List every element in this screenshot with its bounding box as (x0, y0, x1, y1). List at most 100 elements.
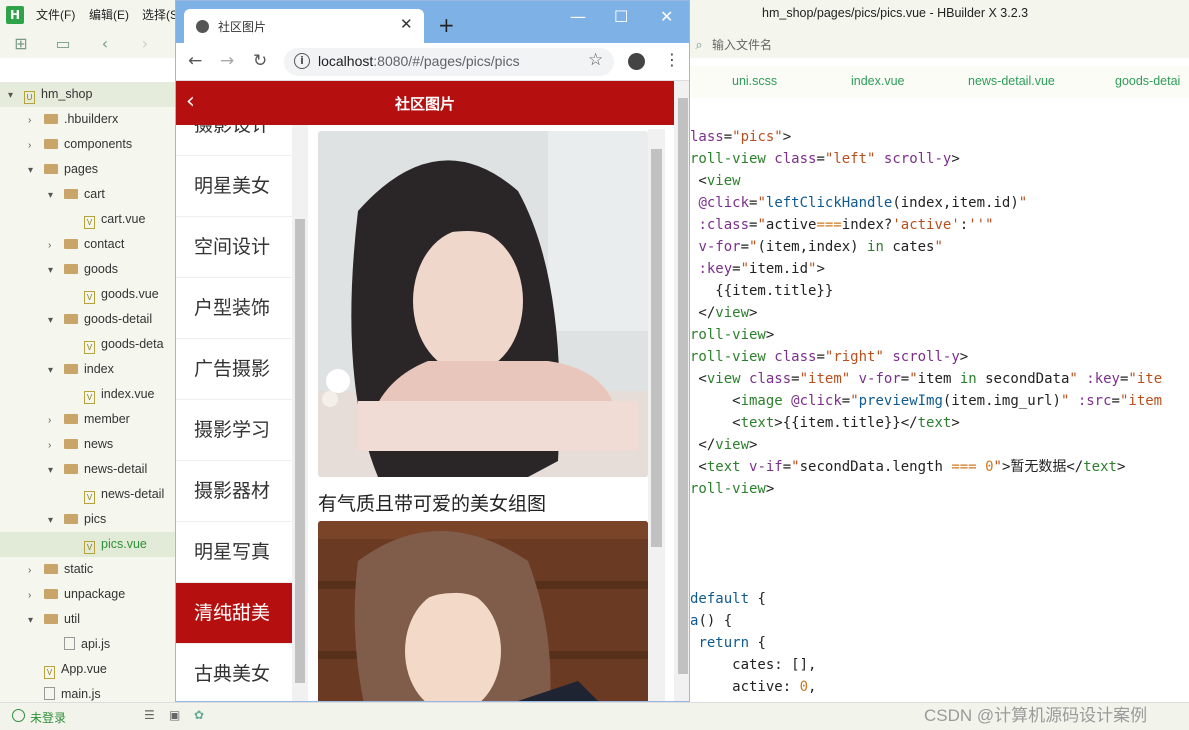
category-item[interactable]: 摄影学习 (176, 400, 292, 461)
code-line: roll-view> (690, 327, 775, 343)
tab-close-icon[interactable]: ✕ (400, 15, 413, 33)
tree-item-label: cart (84, 187, 105, 201)
chevron-down-icon[interactable]: ▾ (48, 258, 60, 283)
tree-item[interactable]: Vgoods-deta (0, 332, 175, 357)
tree-item-label: api.js (81, 637, 111, 651)
tree-item[interactable]: ▾ index (0, 357, 175, 382)
close-window-icon[interactable]: ✕ (660, 7, 673, 26)
tree-item[interactable]: › news (0, 432, 175, 457)
tree-item[interactable]: › components (0, 132, 175, 157)
folder-icon (44, 614, 58, 624)
editor-tab[interactable]: index.vue (851, 74, 905, 88)
chevron-right-icon[interactable]: › (48, 433, 60, 458)
photo-portrait-1 (318, 131, 648, 477)
plugin-icon[interactable]: ✿ (194, 708, 204, 722)
tree-item[interactable]: ▾ pics (0, 507, 175, 532)
file-search-input[interactable]: 输入文件名 (712, 36, 772, 53)
editor-tab[interactable]: news-detail.vue (968, 74, 1055, 88)
tree-item[interactable]: ▾ cart (0, 182, 175, 207)
tree-item[interactable]: › unpackage (0, 582, 175, 607)
page-title: 社区图片 (394, 96, 455, 113)
category-item[interactable]: 明星美女 (176, 156, 292, 217)
tree-item[interactable]: ▾ Uhm_shop (0, 82, 175, 107)
js-file-icon (44, 687, 55, 700)
chevron-down-icon[interactable]: ▾ (48, 358, 60, 383)
tree-item[interactable]: › static (0, 557, 175, 582)
tree-item[interactable]: api.js (0, 632, 175, 657)
tree-item[interactable]: Vpics.vue (0, 532, 175, 557)
category-item[interactable]: 广告摄影 (176, 339, 292, 400)
tree-item[interactable]: Vcart.vue (0, 207, 175, 232)
chevron-right-icon[interactable]: › (28, 108, 40, 133)
menu-edit[interactable]: 编辑(E) (89, 6, 129, 23)
chevron-down-icon[interactable]: ▾ (28, 608, 40, 633)
category-item[interactable]: 户型装饰 (176, 278, 292, 339)
page-scroll-thumb[interactable] (678, 98, 688, 674)
folder-icon (44, 164, 58, 174)
tree-item[interactable]: › .hbuilderx (0, 107, 175, 132)
chevron-right-icon[interactable]: › (28, 133, 40, 158)
tree-item[interactable]: › member (0, 407, 175, 432)
category-item[interactable]: 古典美女 (176, 644, 292, 701)
image-scroll-thumb[interactable] (651, 149, 662, 547)
chevron-right-icon[interactable]: › (48, 233, 60, 258)
menu-kebab-icon[interactable]: ⋮ (664, 50, 680, 69)
tree-item[interactable]: ▾ goods-detail (0, 307, 175, 332)
tree-item[interactable]: ▾ util (0, 607, 175, 632)
category-item[interactable]: 清纯甜美 (176, 583, 292, 644)
vue-file-icon: V (44, 666, 55, 679)
forward-icon[interactable]: → (220, 51, 234, 71)
chevron-down-icon[interactable]: ▾ (8, 83, 20, 108)
category-item[interactable]: 摄影器材 (176, 461, 292, 522)
chevron-down-icon[interactable]: ▾ (48, 508, 60, 533)
tree-item[interactable]: ▾ pages (0, 157, 175, 182)
maximize-icon[interactable]: ☐ (614, 7, 628, 26)
bookmark-star-icon[interactable]: ☆ (588, 50, 603, 70)
editor-tab[interactable]: uni.scss (732, 74, 777, 88)
vue-file-icon: V (84, 391, 95, 404)
chevron-right-icon[interactable]: › (28, 583, 40, 608)
info-icon[interactable]: i (294, 53, 310, 69)
tree-item[interactable]: Vindex.vue (0, 382, 175, 407)
chevron-down-icon[interactable]: ▾ (48, 183, 60, 208)
code-line: roll-view class="right" scroll-y> (690, 349, 969, 365)
menu-file[interactable]: 文件(F) (36, 6, 75, 23)
folder-icon (44, 114, 58, 124)
menu-select[interactable]: 选择(S (142, 6, 178, 23)
tree-item[interactable]: ▾ goods (0, 257, 175, 282)
list-icon[interactable]: ☰ (144, 708, 155, 722)
photo-image[interactable] (318, 131, 648, 477)
tree-item[interactable]: › contact (0, 232, 175, 257)
chevron-down-icon[interactable]: ▾ (48, 308, 60, 333)
minimize-icon[interactable]: — (570, 7, 586, 26)
reload-icon[interactable]: ↻ (253, 51, 267, 71)
profile-icon[interactable] (628, 53, 645, 70)
category-item[interactable]: 空间设计 (176, 217, 292, 278)
url-text[interactable]: localhost:8080/#/pages/pics/pics (318, 53, 520, 69)
chevron-right-icon[interactable]: › (28, 558, 40, 583)
folder-icon (44, 564, 58, 574)
back-icon[interactable]: ‹ (96, 35, 114, 53)
category-item[interactable]: 摄影设计 (176, 125, 292, 156)
hbuilder-logo: H (6, 6, 24, 24)
new-file-icon[interactable]: ⊞ (12, 35, 30, 53)
tree-item[interactable]: Vnews-detail (0, 482, 175, 507)
tree-item-label: pics (84, 512, 107, 526)
terminal-icon[interactable]: ▣ (169, 708, 180, 722)
login-status[interactable]: 未登录 (30, 709, 66, 726)
back-icon[interactable]: ← (188, 51, 202, 71)
category-item[interactable]: 明星写真 (176, 522, 292, 583)
editor-tab[interactable]: goods-detai (1115, 74, 1180, 88)
tree-item-label: news (84, 437, 114, 451)
chevron-down-icon[interactable]: ▾ (28, 158, 40, 183)
chevron-down-icon[interactable]: ▾ (48, 458, 60, 483)
tree-item[interactable]: Vgoods.vue (0, 282, 175, 307)
category-scroll-thumb[interactable] (295, 219, 305, 683)
photo-image[interactable] (318, 521, 648, 701)
tree-item[interactable]: V App.vue (0, 657, 175, 682)
new-tab-icon[interactable]: + (438, 13, 455, 37)
save-icon[interactable]: ▭ (54, 35, 72, 53)
tree-item[interactable]: ▾ news-detail (0, 457, 175, 482)
chevron-right-icon[interactable]: › (48, 408, 60, 433)
forward-icon[interactable]: › (136, 35, 154, 53)
